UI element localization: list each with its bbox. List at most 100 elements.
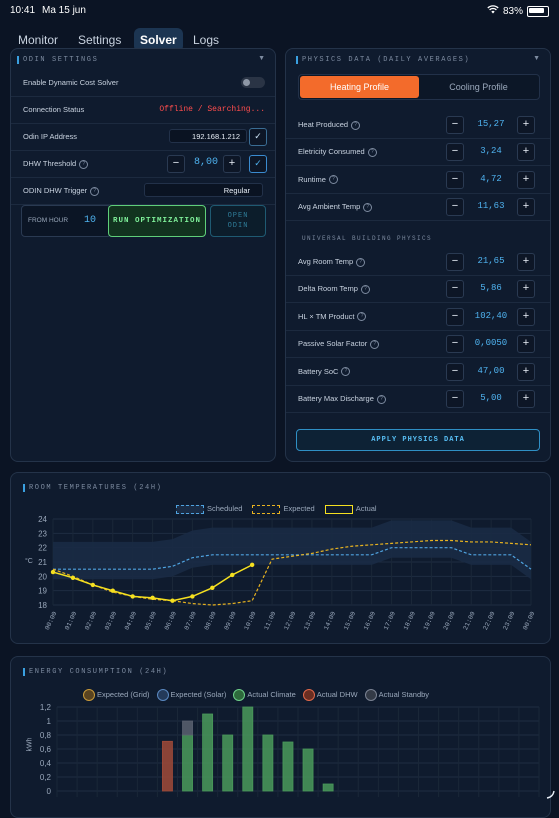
decrement-button[interactable]: −	[446, 335, 464, 354]
decrement-button[interactable]: −	[446, 362, 464, 381]
physics-data-panel: PHYSICS DATA (DAILY AVERAGES) ▼ Heating …	[285, 48, 551, 462]
x-tick-label: 19:00	[422, 610, 437, 631]
x-tick-label: 10:00	[243, 610, 258, 631]
from-hour-value[interactable]: 10	[84, 215, 96, 226]
dhw-increment-button[interactable]: +	[223, 155, 241, 173]
help-icon[interactable]: ?	[357, 312, 367, 322]
increment-button[interactable]: +	[517, 198, 535, 217]
apply-physics-button[interactable]: APPLY PHYSICS DATA	[296, 429, 540, 451]
x-tick-label: 08:00	[203, 610, 218, 631]
actual-point	[110, 588, 115, 593]
physics-row-value[interactable]: 3,24	[466, 146, 516, 156]
help-icon[interactable]: ?	[367, 147, 377, 157]
help-icon[interactable]: ?	[341, 367, 351, 377]
from-hour-field[interactable]: FROM HOUR 10	[21, 205, 111, 237]
decrement-button[interactable]: −	[446, 280, 464, 299]
decrement-button[interactable]: −	[446, 143, 464, 162]
decrement-button[interactable]: −	[446, 198, 464, 217]
physics-row: Passive Solar Factor? −0,0050 +	[286, 330, 550, 359]
increment-button[interactable]: +	[517, 390, 535, 408]
help-icon[interactable]: ?	[79, 159, 89, 169]
decrement-button[interactable]: −	[446, 253, 464, 271]
x-tick-label: 22:00	[482, 610, 497, 631]
help-icon[interactable]: ?	[360, 284, 370, 294]
ip-address-label: Odin IP Address	[23, 132, 78, 141]
ip-address-input[interactable]: 192.168.1.212	[169, 129, 247, 143]
chevron-down-icon[interactable]: ▼	[258, 55, 265, 62]
decrement-button[interactable]: −	[446, 390, 464, 408]
physics-row-value[interactable]: 15,27	[466, 119, 516, 129]
physics-row-label: Battery Max Discharge	[298, 394, 374, 403]
physics-row-value[interactable]: 47,00	[466, 366, 516, 376]
resize-handle-icon[interactable]	[545, 786, 555, 799]
dhw-trigger-select[interactable]: Regular	[144, 183, 263, 197]
physics-row-label-wrap: HL × TM Product?	[298, 311, 367, 322]
help-icon[interactable]: ?	[328, 175, 338, 185]
physics-row-value[interactable]: 5,00	[466, 393, 516, 403]
help-icon[interactable]: ?	[363, 202, 373, 212]
physics-row-label: Passive Solar Factor	[298, 339, 368, 349]
energy-bar	[222, 734, 234, 792]
physics-row-value[interactable]: 4,72	[466, 174, 516, 184]
physics-row-value[interactable]: 102,40	[466, 311, 516, 321]
help-icon[interactable]: ?	[356, 257, 366, 267]
decrement-button[interactable]: −	[446, 170, 464, 189]
status-time: 10:41	[10, 5, 36, 16]
y-tick-label: 24	[38, 515, 47, 524]
chevron-down-icon[interactable]: ▼	[533, 55, 540, 62]
energy-bar	[262, 734, 274, 792]
dhw-trigger-label-wrap: ODIN DHW Trigger?	[23, 186, 100, 196]
room-chart-ylabel: °C	[25, 558, 33, 565]
help-icon[interactable]: ?	[351, 120, 361, 130]
y-tick-label: 23	[38, 529, 47, 538]
energy-bar	[282, 741, 294, 792]
confirm-dhw-button[interactable]: ✓	[249, 155, 267, 173]
actual-point	[70, 575, 76, 580]
tab-heating-profile[interactable]: Heating Profile	[300, 76, 419, 98]
increment-button[interactable]: +	[517, 170, 535, 189]
physics-row-value[interactable]: 21,65	[466, 256, 516, 266]
physics-row-label: HL × TM Product	[298, 311, 355, 321]
decrement-button[interactable]: −	[446, 307, 464, 326]
physics-row: Avg Ambient Temp? −11,63 +	[286, 193, 550, 222]
physics-row-label-wrap: Runtime?	[298, 175, 338, 185]
energy-bar	[242, 706, 254, 792]
battery-icon	[527, 5, 549, 17]
confirm-ip-button[interactable]: ✓	[249, 128, 267, 146]
x-tick-label: 17:00	[382, 610, 397, 631]
decrement-button[interactable]: −	[446, 116, 464, 134]
room-temperature-chart: 18 19 20 21 22 23 24 00:00 01:00 02:00 03:00 04:00 0…	[38, 515, 536, 631]
run-optimization-button[interactable]: RUN OPTIMIZATION	[108, 205, 206, 237]
increment-button[interactable]: +	[517, 143, 535, 162]
physics-row-value[interactable]: 11,63	[466, 201, 516, 211]
dhw-decrement-button[interactable]: −	[167, 155, 185, 173]
row-enable-solver: Enable Dynamic Cost Solver	[11, 69, 275, 97]
dhw-threshold-value[interactable]: 8,00	[187, 157, 225, 168]
energy-bar	[162, 740, 173, 792]
physics-row-label: Heat Produced	[298, 120, 349, 129]
physics-row-value[interactable]: 0,0050	[466, 338, 516, 348]
enable-solver-toggle[interactable]	[241, 77, 265, 88]
physics-row-label-wrap: Battery SoC?	[298, 367, 351, 377]
increment-button[interactable]: +	[517, 116, 535, 134]
increment-button[interactable]: +	[517, 253, 535, 271]
help-icon[interactable]: ?	[370, 339, 380, 349]
open-odin-button[interactable]: OPEN ODIN	[210, 205, 266, 237]
increment-button[interactable]: +	[517, 307, 535, 326]
x-tick-label: 16:00	[363, 610, 378, 631]
physics-row-label-wrap: Avg Room Temp?	[298, 257, 366, 267]
help-icon[interactable]: ?	[90, 186, 100, 196]
open-odin-line1: OPEN	[227, 212, 249, 220]
physics-row-value[interactable]: 5,86	[466, 283, 516, 293]
y-tick-label: 0	[47, 787, 52, 796]
actual-point	[150, 595, 155, 601]
x-tick-label: 14:00	[323, 610, 338, 631]
help-icon[interactable]: ?	[376, 394, 386, 404]
tab-cooling-profile[interactable]: Cooling Profile	[419, 76, 538, 98]
increment-button[interactable]: +	[517, 335, 535, 354]
increment-button[interactable]: +	[517, 280, 535, 299]
profile-toggle: Heating Profile Cooling Profile	[298, 74, 540, 100]
increment-button[interactable]: +	[517, 362, 535, 381]
actual-point	[210, 585, 215, 590]
y-tick-label: 1,2	[40, 703, 52, 712]
